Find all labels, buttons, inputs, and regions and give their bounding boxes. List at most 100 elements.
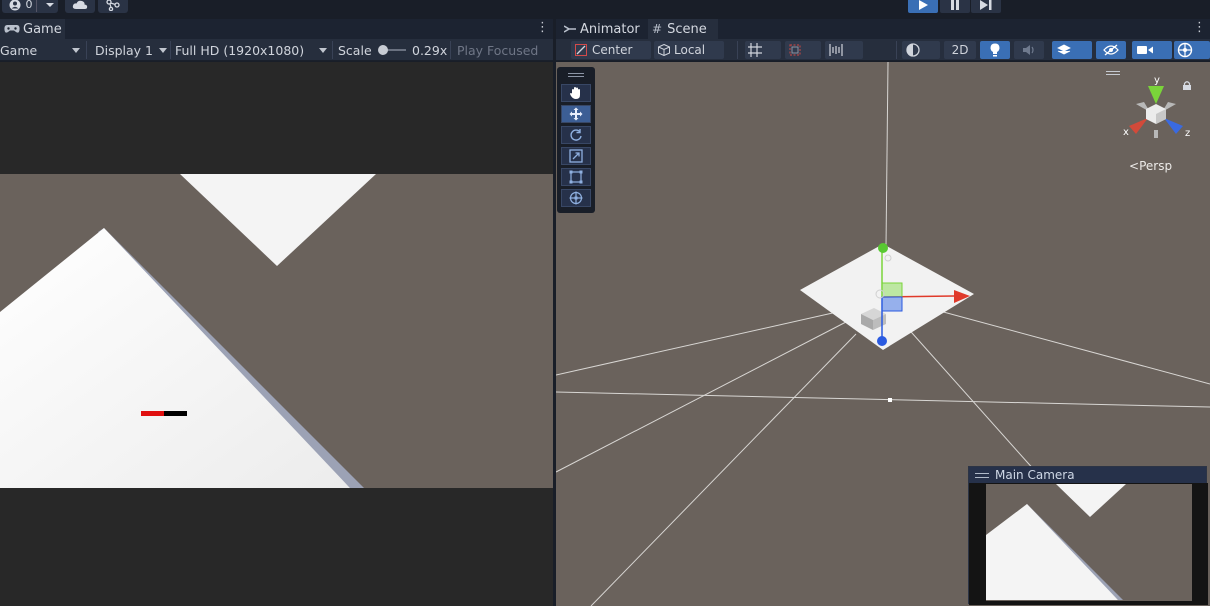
scale-tool-button[interactable] bbox=[561, 147, 591, 165]
toggle-2d-label: 2D bbox=[951, 43, 969, 57]
hidden-eye-icon bbox=[1103, 44, 1119, 56]
move-tool-button[interactable] bbox=[561, 105, 591, 123]
scale-label: Scale bbox=[338, 42, 372, 58]
tab-scene-label: Scene bbox=[667, 21, 707, 37]
hand-icon bbox=[570, 87, 580, 99]
toolbar-divider bbox=[332, 41, 333, 59]
toggle-2d-button[interactable]: 2D bbox=[944, 41, 976, 59]
rect-tool-button[interactable] bbox=[561, 168, 591, 186]
pause-button[interactable] bbox=[940, 0, 970, 13]
toolbar-divider bbox=[896, 41, 897, 59]
account-icon bbox=[9, 0, 21, 10]
scale-slider-handle[interactable] bbox=[377, 45, 388, 55]
resolution-label: Full HD (1920x1080) bbox=[175, 42, 305, 58]
lighting-toggle-button[interactable] bbox=[980, 41, 1010, 59]
cloud-button[interactable] bbox=[65, 0, 95, 13]
camera-settings-dropdown[interactable] bbox=[1132, 41, 1172, 59]
transform-tool-button[interactable] bbox=[561, 189, 591, 207]
scale-slider[interactable] bbox=[377, 45, 406, 55]
tab-animator[interactable]: Animator bbox=[560, 19, 646, 39]
draw-mode-dropdown[interactable] bbox=[902, 41, 940, 59]
grid-snap-icon bbox=[748, 43, 762, 57]
game-toolbar: Game Display 1 Full HD (1920x1080) Scale… bbox=[0, 39, 553, 61]
camera-preview-render bbox=[969, 483, 1208, 605]
game-mode-label: Game bbox=[0, 42, 38, 58]
gamepad-icon bbox=[4, 25, 20, 33]
scene-toolbar: Center Local 2D bbox=[556, 39, 1210, 61]
effects-dropdown[interactable] bbox=[1052, 41, 1092, 59]
camera-preview-title: Main Camera bbox=[995, 468, 1075, 482]
scale-control: Scale 0.29x bbox=[334, 41, 448, 59]
palette-drag-handle[interactable] bbox=[568, 73, 584, 77]
pivot-dropdown[interactable]: Center bbox=[571, 41, 651, 59]
tab-scene[interactable]: # Scene bbox=[648, 19, 718, 39]
step-icon bbox=[980, 0, 992, 10]
collab-button[interactable] bbox=[98, 0, 128, 13]
display-dropdown[interactable]: Display 1 bbox=[91, 41, 171, 59]
effects-layers-icon bbox=[1057, 44, 1071, 55]
main-toolbar: 0 | bbox=[0, 0, 1210, 16]
play-button[interactable] bbox=[908, 0, 938, 13]
camera-preview-window[interactable]: Main Camera bbox=[968, 466, 1208, 605]
grid-snap-dropdown[interactable] bbox=[745, 41, 781, 59]
game-viewport[interactable] bbox=[0, 62, 553, 606]
scene-tool-palette bbox=[557, 67, 595, 213]
game-panel-menu-icon[interactable]: ⋮ bbox=[536, 21, 549, 34]
space-dropdown[interactable]: Local bbox=[654, 41, 724, 59]
lock-icon[interactable] bbox=[1183, 81, 1191, 90]
chevron-down-icon bbox=[45, 2, 54, 7]
gizmo-axis-x: x bbox=[1123, 127, 1129, 138]
world-origin-marker bbox=[888, 398, 892, 402]
step-button[interactable] bbox=[971, 0, 1001, 13]
resolution-dropdown[interactable]: Full HD (1920x1080) bbox=[171, 41, 331, 59]
increment-snap-dropdown[interactable] bbox=[785, 41, 821, 59]
drag-handle-icon bbox=[975, 472, 989, 478]
account-dropdown[interactable]: 0 | bbox=[2, 0, 58, 13]
video-camera-icon bbox=[1137, 46, 1153, 54]
shading-sphere-icon bbox=[906, 43, 920, 57]
pause-icon bbox=[951, 0, 959, 10]
transform-icon bbox=[569, 191, 583, 205]
gizmo-axis-y: y bbox=[1154, 75, 1160, 86]
pivot-label: Center bbox=[592, 43, 633, 57]
perspective-icon: < bbox=[1129, 159, 1140, 173]
projection-toggle[interactable]: <Persp bbox=[1129, 159, 1172, 173]
animator-icon bbox=[564, 25, 576, 33]
play-icon bbox=[919, 0, 928, 10]
hand-tool-button[interactable] bbox=[561, 84, 591, 102]
audio-toggle-button[interactable] bbox=[1014, 41, 1044, 59]
scene-panel-menu-icon[interactable]: ⋮ bbox=[1193, 21, 1206, 34]
scale-icon bbox=[569, 149, 583, 163]
chevron-down-icon bbox=[72, 48, 80, 53]
game-render bbox=[0, 174, 553, 488]
pivot-center-icon bbox=[575, 44, 587, 56]
camera-preview-header[interactable]: Main Camera bbox=[969, 467, 1206, 483]
space-label: Local bbox=[674, 43, 706, 57]
align-dropdown[interactable] bbox=[825, 41, 863, 59]
tab-game[interactable]: Game bbox=[0, 19, 65, 39]
gizmo-axis-z: z bbox=[1185, 128, 1190, 139]
play-focused-dropdown[interactable]: Play Focused bbox=[453, 41, 553, 59]
game-tabbar: Game ⋮ bbox=[0, 19, 553, 39]
rotate-icon bbox=[570, 129, 582, 141]
scene-tabbar: Animator # Scene ⋮ bbox=[556, 19, 1210, 39]
visibility-toggle-button[interactable] bbox=[1096, 41, 1126, 59]
toolbar-divider bbox=[86, 41, 87, 59]
toolbar-divider bbox=[450, 41, 451, 59]
projection-label: Persp bbox=[1139, 159, 1173, 173]
collab-icon bbox=[106, 0, 120, 11]
gizmos-dropdown[interactable] bbox=[1174, 41, 1210, 59]
toolbar-divider bbox=[737, 41, 738, 59]
move-arrows-icon bbox=[569, 107, 583, 121]
game-mode-dropdown[interactable]: Game bbox=[0, 41, 84, 59]
rotate-tool-button[interactable] bbox=[561, 126, 591, 144]
increment-snap-icon bbox=[789, 44, 801, 56]
chevron-down-icon bbox=[159, 48, 167, 53]
rect-transform-icon bbox=[569, 170, 583, 184]
align-icon bbox=[829, 44, 843, 56]
cloud-icon bbox=[72, 0, 88, 9]
cube-icon bbox=[658, 44, 670, 56]
chevron-down-icon bbox=[319, 48, 327, 53]
audio-icon bbox=[1023, 45, 1034, 55]
play-focused-label: Play Focused bbox=[457, 42, 539, 58]
